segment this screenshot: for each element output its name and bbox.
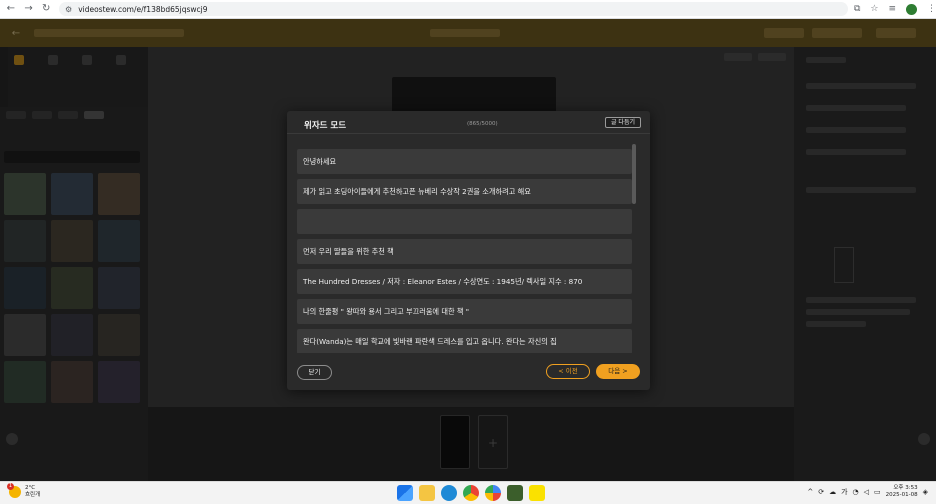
prev-button[interactable]: < 이전 bbox=[546, 364, 590, 379]
weather-icon: 1 bbox=[7, 483, 21, 498]
clock[interactable]: 오후 3:53 2025-01-08 bbox=[886, 485, 918, 499]
script-line[interactable]: The Hundred Dresses / 저자 : Eleanor Estes… bbox=[297, 269, 632, 294]
browser-toolbar: ← → ↻ ⚙ videostew.com/e/f138bd65jqswcj9 … bbox=[0, 0, 936, 19]
site-info-icon[interactable]: ⚙ bbox=[65, 5, 72, 14]
reload-icon[interactable]: ↻ bbox=[39, 2, 53, 16]
back-arrow-icon[interactable]: ← bbox=[4, 2, 18, 16]
system-tray: ^ ⟳ ☁ 가 ◔ ◁ ▭ 오후 3:53 2025-01-08 ◈ bbox=[807, 485, 928, 499]
script-line[interactable]: 완다(Wanda)는 매일 학교에 빛바랜 파란색 드레스를 입고 옵니다. 완… bbox=[297, 329, 632, 353]
script-line[interactable] bbox=[297, 209, 632, 234]
clock-date: 2025-01-08 bbox=[885, 492, 918, 498]
divider bbox=[287, 133, 650, 134]
wizard-mode-modal: 위자드 모드 (865/5000) 글 다듬기 안녕하세요 제가 읽고 초딩아이… bbox=[287, 111, 650, 390]
photos-icon[interactable] bbox=[485, 485, 501, 501]
script-line[interactable]: 나의 한줄평 " 왕따와 용서 그리고 부끄러움에 대한 책 " bbox=[297, 299, 632, 324]
battery-icon[interactable]: ▭ bbox=[874, 488, 881, 496]
edge-icon[interactable] bbox=[441, 485, 457, 501]
profile-avatar[interactable] bbox=[906, 3, 918, 15]
weather-desc: 흐린개 bbox=[25, 492, 41, 498]
close-button[interactable]: 닫기 bbox=[297, 365, 332, 380]
kakaotalk-icon[interactable] bbox=[529, 485, 545, 501]
modal-title: 위자드 모드 bbox=[304, 121, 347, 131]
taskbar: 1 2°C 흐린개 ^ ⟳ ☁ 가 ◔ ◁ ▭ 오후 3:53 2025-01-… bbox=[0, 481, 936, 504]
app-icon[interactable] bbox=[507, 485, 523, 501]
sync-icon[interactable]: ⟳ bbox=[818, 488, 824, 496]
chevron-up-icon[interactable]: ^ bbox=[807, 488, 813, 496]
install-icon[interactable]: ⧉ bbox=[854, 4, 860, 14]
next-button[interactable]: 다음 > bbox=[596, 364, 640, 379]
chrome-icon[interactable] bbox=[463, 485, 479, 501]
address-bar[interactable]: ⚙ videostew.com/e/f138bd65jqswcj9 bbox=[59, 2, 848, 16]
weather-temp: 2°C bbox=[25, 485, 36, 491]
volume-icon[interactable]: ◁ bbox=[864, 488, 869, 496]
script-line[interactable]: 먼저 우리 딸들을 위한 추천 책 bbox=[297, 239, 632, 264]
scrollbar-thumb[interactable] bbox=[632, 144, 636, 204]
url-text: videostew.com/e/f138bd65jqswcj9 bbox=[78, 4, 208, 14]
tab-search-icon[interactable]: ≡ bbox=[888, 4, 896, 14]
forward-arrow-icon[interactable]: → bbox=[22, 2, 36, 16]
notification-bell-icon[interactable]: ◈ bbox=[923, 488, 928, 496]
bookmark-star-icon[interactable]: ☆ bbox=[870, 4, 878, 14]
taskbar-apps bbox=[397, 485, 545, 501]
script-lines: 안녕하세요 제가 읽고 초딩아이들에게 추천하고픈 뉴베리 수상작 2권을 소개… bbox=[297, 149, 632, 353]
clock-time: 오후 3:53 bbox=[893, 485, 918, 491]
menu-dots-icon[interactable]: ⋮ bbox=[927, 4, 936, 14]
script-line[interactable]: 제가 읽고 초딩아이들에게 추천하고픈 뉴베리 수상작 2권을 소개하려고 해요 bbox=[297, 179, 632, 204]
cloud-icon[interactable]: ☁ bbox=[829, 488, 836, 496]
scrollbar[interactable] bbox=[632, 144, 636, 352]
refine-text-button[interactable]: 글 다듬기 bbox=[605, 117, 641, 128]
file-explorer-icon[interactable] bbox=[419, 485, 435, 501]
windows-start-icon[interactable] bbox=[397, 485, 413, 501]
notification-badge: 1 bbox=[7, 483, 14, 490]
script-line[interactable]: 안녕하세요 bbox=[297, 149, 632, 174]
ime-language[interactable]: 가 bbox=[841, 487, 847, 497]
wifi-icon[interactable]: ◔ bbox=[853, 488, 859, 496]
weather-widget[interactable]: 1 2°C 흐린개 bbox=[7, 483, 41, 499]
char-count: (865/5000) bbox=[467, 121, 498, 127]
